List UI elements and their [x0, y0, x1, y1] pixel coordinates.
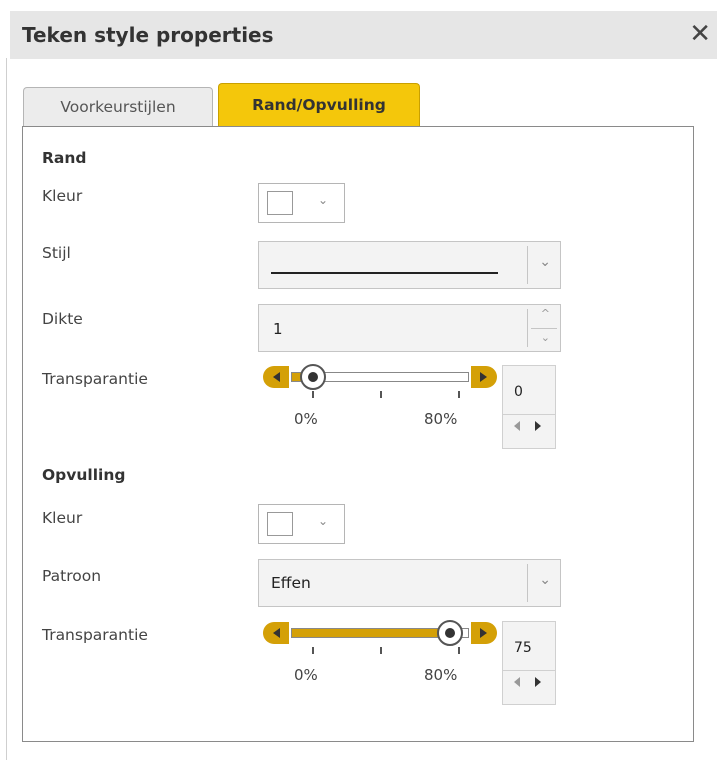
rand-transparantie-label: Transparantie [42, 370, 148, 388]
rand-dikte-label: Dikte [42, 310, 83, 328]
slider-tick [312, 391, 314, 398]
dikte-value: 1 [273, 320, 283, 338]
rand-stijl-select[interactable]: ⌄ [258, 241, 561, 289]
dialog-title-bar[interactable]: Teken style properties ✕ [10, 11, 717, 59]
tab-voorkeurstijlen[interactable]: Voorkeurstijlen [23, 87, 213, 127]
rand-color-picker[interactable]: ⌄ [258, 183, 345, 223]
opvulling-color-picker[interactable]: ⌄ [258, 504, 345, 544]
rand-stijl-label: Stijl [42, 244, 71, 262]
opvulling-transparantie-label: Transparantie [42, 626, 148, 644]
slider-right-arrow-icon[interactable] [471, 622, 497, 644]
slider-tick [380, 391, 382, 398]
slider-tick [380, 647, 382, 654]
dialog-left-border [6, 58, 7, 760]
opvulling-patroon-label: Patroon [42, 567, 102, 585]
line-style-sample [271, 272, 498, 274]
close-icon[interactable]: ✕ [689, 21, 711, 47]
chevron-up-icon[interactable]: ^ [541, 307, 550, 320]
rand-transparantie-input[interactable]: 0 [502, 365, 556, 449]
tick-label-min: 0% [294, 410, 318, 428]
tick-label-min: 0% [294, 666, 318, 684]
increment-icon[interactable] [535, 677, 541, 687]
color-swatch [267, 512, 293, 536]
chevron-down-icon: ⌄ [539, 254, 551, 270]
slider-fill [292, 629, 451, 637]
opvulling-patroon-select[interactable]: Effen ⌄ [258, 559, 561, 607]
slider-tick [458, 647, 460, 654]
tab-label: Rand/Opvulling [252, 96, 386, 114]
decrement-icon[interactable] [514, 677, 520, 687]
slider-tick [458, 391, 460, 398]
tab-label: Voorkeurstijlen [60, 98, 176, 116]
slider-left-arrow-icon[interactable] [263, 366, 289, 388]
decrement-icon[interactable] [514, 421, 520, 431]
chevron-down-icon: ⌄ [318, 514, 329, 528]
tick-label-max: 80% [424, 666, 458, 684]
section-title-opvulling: Opvulling [42, 466, 126, 484]
transparantie-value: 75 [514, 640, 532, 656]
slider-tick [312, 647, 314, 654]
tick-label-max: 80% [424, 410, 458, 428]
rand-dikte-spinner[interactable]: 1 ^ ⌄ [258, 304, 561, 352]
rand-kleur-label: Kleur [42, 187, 83, 205]
increment-icon[interactable] [535, 421, 541, 431]
transparantie-value: 0 [514, 384, 523, 400]
slider-right-arrow-icon[interactable] [471, 366, 497, 388]
opvulling-kleur-label: Kleur [42, 509, 83, 527]
color-swatch [267, 191, 293, 215]
slider-thumb[interactable] [436, 620, 463, 646]
chevron-down-icon: ⌄ [539, 572, 551, 588]
chevron-down-icon[interactable]: ⌄ [541, 331, 550, 344]
section-title-rand: Rand [42, 149, 87, 167]
dialog-title: Teken style properties [22, 23, 274, 47]
slider-left-arrow-icon[interactable] [263, 622, 289, 644]
opvulling-transparantie-input[interactable]: 75 [502, 621, 556, 705]
patroon-value: Effen [271, 574, 311, 592]
chevron-down-icon: ⌄ [318, 193, 329, 207]
slider-thumb[interactable] [300, 364, 326, 390]
tab-rand-opvulling[interactable]: Rand/Opvulling [218, 83, 420, 128]
properties-panel: Rand Kleur ⌄ Stijl ⌄ Dikte 1 ^ ⌄ Transpa… [22, 126, 694, 742]
